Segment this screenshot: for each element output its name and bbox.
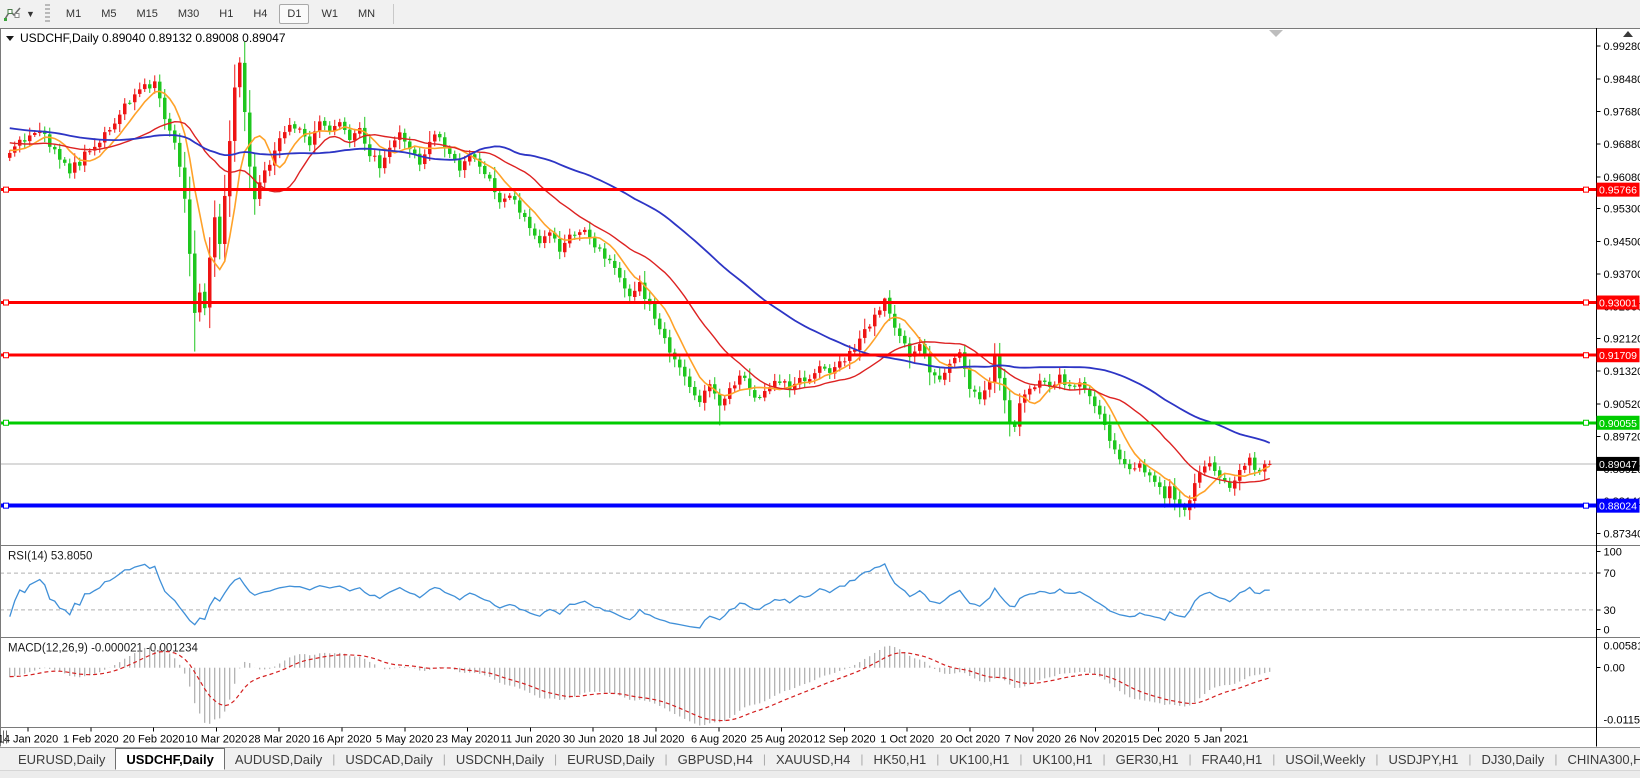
price-tag-0.95766: 0.95766 xyxy=(1596,182,1640,197)
price-tick-label: 0.95300 xyxy=(1604,204,1640,216)
chart-title: USDCHF,Daily 0.89040 0.89132 0.89008 0.8… xyxy=(6,31,286,45)
chart-tab-usoil-weekly[interactable]: USOil,Weekly xyxy=(1275,748,1375,770)
date-tick-label: 20 Oct 2020 xyxy=(940,734,1000,746)
date-tick-label: 1 Oct 2020 xyxy=(880,734,934,746)
date-tick-label: 16 Apr 2020 xyxy=(312,734,371,746)
chart-tools-button[interactable]: ▼ xyxy=(0,5,39,23)
chart-indicator-icon xyxy=(4,7,21,21)
date-tick-label: 30 Jun 2020 xyxy=(563,734,624,746)
chart-tab-eurusd-daily[interactable]: EURUSD,Daily xyxy=(8,748,115,770)
date-tick-label: 28 Mar 2020 xyxy=(248,734,310,746)
price-tag-0.91709: 0.91709 xyxy=(1596,348,1640,363)
macd-label: MACD(12,26,9) -0.000021 -0.001234 xyxy=(8,643,198,655)
price-tick-label: 0.87340 xyxy=(1604,529,1640,541)
chart-tab-china300-h1[interactable]: CHINA300,H1 xyxy=(1557,748,1640,770)
rsi-label: RSI(14) 53.8050 xyxy=(8,551,92,563)
timeframe-button-m5[interactable]: M5 xyxy=(93,4,124,24)
rsi-axis-label: 100 xyxy=(1604,547,1622,559)
chart-tab-ger30-h1[interactable]: GER30,H1 xyxy=(1106,748,1189,770)
price-tick-label: 0.93700 xyxy=(1604,269,1640,281)
rsi-axis-label: 70 xyxy=(1604,568,1616,580)
price-tick-label: 0.97680 xyxy=(1604,107,1640,119)
macd-axis-label: -0.011514 xyxy=(1604,715,1640,727)
horizontal-line-0.88024[interactable] xyxy=(0,502,1597,509)
svg-text:0.95766: 0.95766 xyxy=(1599,185,1637,197)
macd-axis-label: 0.00 xyxy=(1604,663,1625,675)
chart-tab-dj30-daily[interactable]: DJ30,Daily xyxy=(1471,748,1554,770)
date-tick-label: 18 Jul 2020 xyxy=(628,734,685,746)
price-tick-label: 0.90520 xyxy=(1604,399,1640,411)
date-tick-label: 20 Feb 2020 xyxy=(123,734,185,746)
price-tick-label: 0.96080 xyxy=(1604,172,1640,184)
price-chart[interactable]: RSI(14) 53.8050 MACD(12,26,9) -0.000021 -… xyxy=(0,28,1640,747)
current-price-tag: 0.89047 xyxy=(1596,456,1640,471)
timeframe-button-d1[interactable]: D1 xyxy=(279,4,310,24)
price-tick-label: 0.91320 xyxy=(1604,366,1640,378)
price-tick-label: 0.89720 xyxy=(1604,431,1640,443)
dropdown-caret-icon: ▼ xyxy=(26,9,35,19)
date-tick-label: 15 Dec 2020 xyxy=(1127,734,1189,746)
chart-tab-eurusd-daily[interactable]: EURUSD,Daily xyxy=(557,748,664,770)
date-tick-label: 7 Nov 2020 xyxy=(1005,734,1061,746)
date-tick-label: 26 Nov 2020 xyxy=(1064,734,1126,746)
date-tick-label: 10 Mar 2020 xyxy=(186,734,248,746)
svg-text:0.90055: 0.90055 xyxy=(1599,418,1637,430)
chart-tab-usdcnh-daily[interactable]: USDCNH,Daily xyxy=(446,748,554,770)
chart-tab-usdjpy-h1[interactable]: USDJPY,H1 xyxy=(1378,748,1468,770)
macd-axis-label: 0.005818 xyxy=(1604,641,1640,653)
price-tick-label: 0.96880 xyxy=(1604,139,1640,151)
timeframe-toolbar: M1 M5 M15 M30 H1 H4 D1 W1 MN xyxy=(58,4,383,24)
chart-tab-xauusd-h4[interactable]: XAUUSD,H4 xyxy=(766,748,860,770)
price-tag-0.88024: 0.88024 xyxy=(1596,498,1640,513)
rsi-axis-label: 30 xyxy=(1604,605,1616,617)
timeframe-button-m15[interactable]: M15 xyxy=(128,4,165,24)
chart-background xyxy=(0,28,1640,747)
timeframe-button-h4[interactable]: H4 xyxy=(245,4,275,24)
chart-tab-gbpusd-h4[interactable]: GBPUSD,H4 xyxy=(668,748,763,770)
svg-text:0.91709: 0.91709 xyxy=(1599,350,1637,362)
price-tag-0.93001: 0.93001 xyxy=(1596,295,1640,310)
chart-tab-audusd-daily[interactable]: AUDUSD,Daily xyxy=(225,748,332,770)
timeframe-button-m1[interactable]: M1 xyxy=(58,4,89,24)
chart-tab-uk100-h1[interactable]: UK100,H1 xyxy=(939,748,1019,770)
timeframe-button-mn[interactable]: MN xyxy=(350,4,383,24)
chart-title-text: USDCHF,Daily 0.89040 0.89132 0.89008 0.8… xyxy=(20,31,286,45)
rsi-axis-label: 0 xyxy=(1604,625,1610,637)
timeframe-button-m30[interactable]: M30 xyxy=(170,4,207,24)
svg-text:0.88024: 0.88024 xyxy=(1599,501,1637,513)
price-tick-label: 0.98480 xyxy=(1604,74,1640,86)
date-tick-label: 5 May 2020 xyxy=(376,734,433,746)
chart-window: RSI(14) 53.8050 MACD(12,26,9) -0.000021 -… xyxy=(0,28,1640,747)
date-tick-label: 5 Jan 2021 xyxy=(1194,734,1248,746)
toolbar-divider xyxy=(393,4,395,24)
chart-tab-uk100-h1[interactable]: UK100,H1 xyxy=(1022,748,1102,770)
price-tick-label: 0.94500 xyxy=(1604,236,1640,248)
date-tick-label: 25 Aug 2020 xyxy=(751,734,813,746)
status-bar xyxy=(0,770,1640,778)
price-tick-label: 0.92120 xyxy=(1604,333,1640,345)
date-tick-label: 11 Jun 2020 xyxy=(501,734,561,746)
svg-text:0.93001: 0.93001 xyxy=(1599,298,1637,310)
chart-tab-usdchf-daily[interactable]: USDCHF,Daily xyxy=(115,748,225,770)
date-tick-label: 6 Aug 2020 xyxy=(691,734,747,746)
chart-tab-fra40-h1[interactable]: FRA40,H1 xyxy=(1192,748,1273,770)
chart-tab-bar: EURUSD,Daily USDCHF,Daily AUDUSD,Daily | USD… xyxy=(0,747,1640,770)
timeframe-button-w1[interactable]: W1 xyxy=(313,4,346,24)
price-tag-0.90055: 0.90055 xyxy=(1596,415,1640,430)
timeframe-button-h1[interactable]: H1 xyxy=(211,4,241,24)
chart-tab-hk50-h1[interactable]: HK50,H1 xyxy=(863,748,936,770)
toolbar-grip xyxy=(44,4,50,24)
toolbar: ▼ M1 M5 M15 M30 H1 H4 D1 W1 MN xyxy=(0,0,1640,28)
date-tick-label: 23 May 2020 xyxy=(436,734,500,746)
date-tick-label: 14 Jan 2020 xyxy=(0,734,58,746)
date-tick-label: 12 Sep 2020 xyxy=(813,734,875,746)
chart-tab-usdcad-daily[interactable]: USDCAD,Daily xyxy=(335,748,442,770)
svg-text:0.89047: 0.89047 xyxy=(1599,459,1637,471)
price-tick-label: 0.99280 xyxy=(1604,41,1640,53)
date-tick-label: 1 Feb 2020 xyxy=(63,734,119,746)
